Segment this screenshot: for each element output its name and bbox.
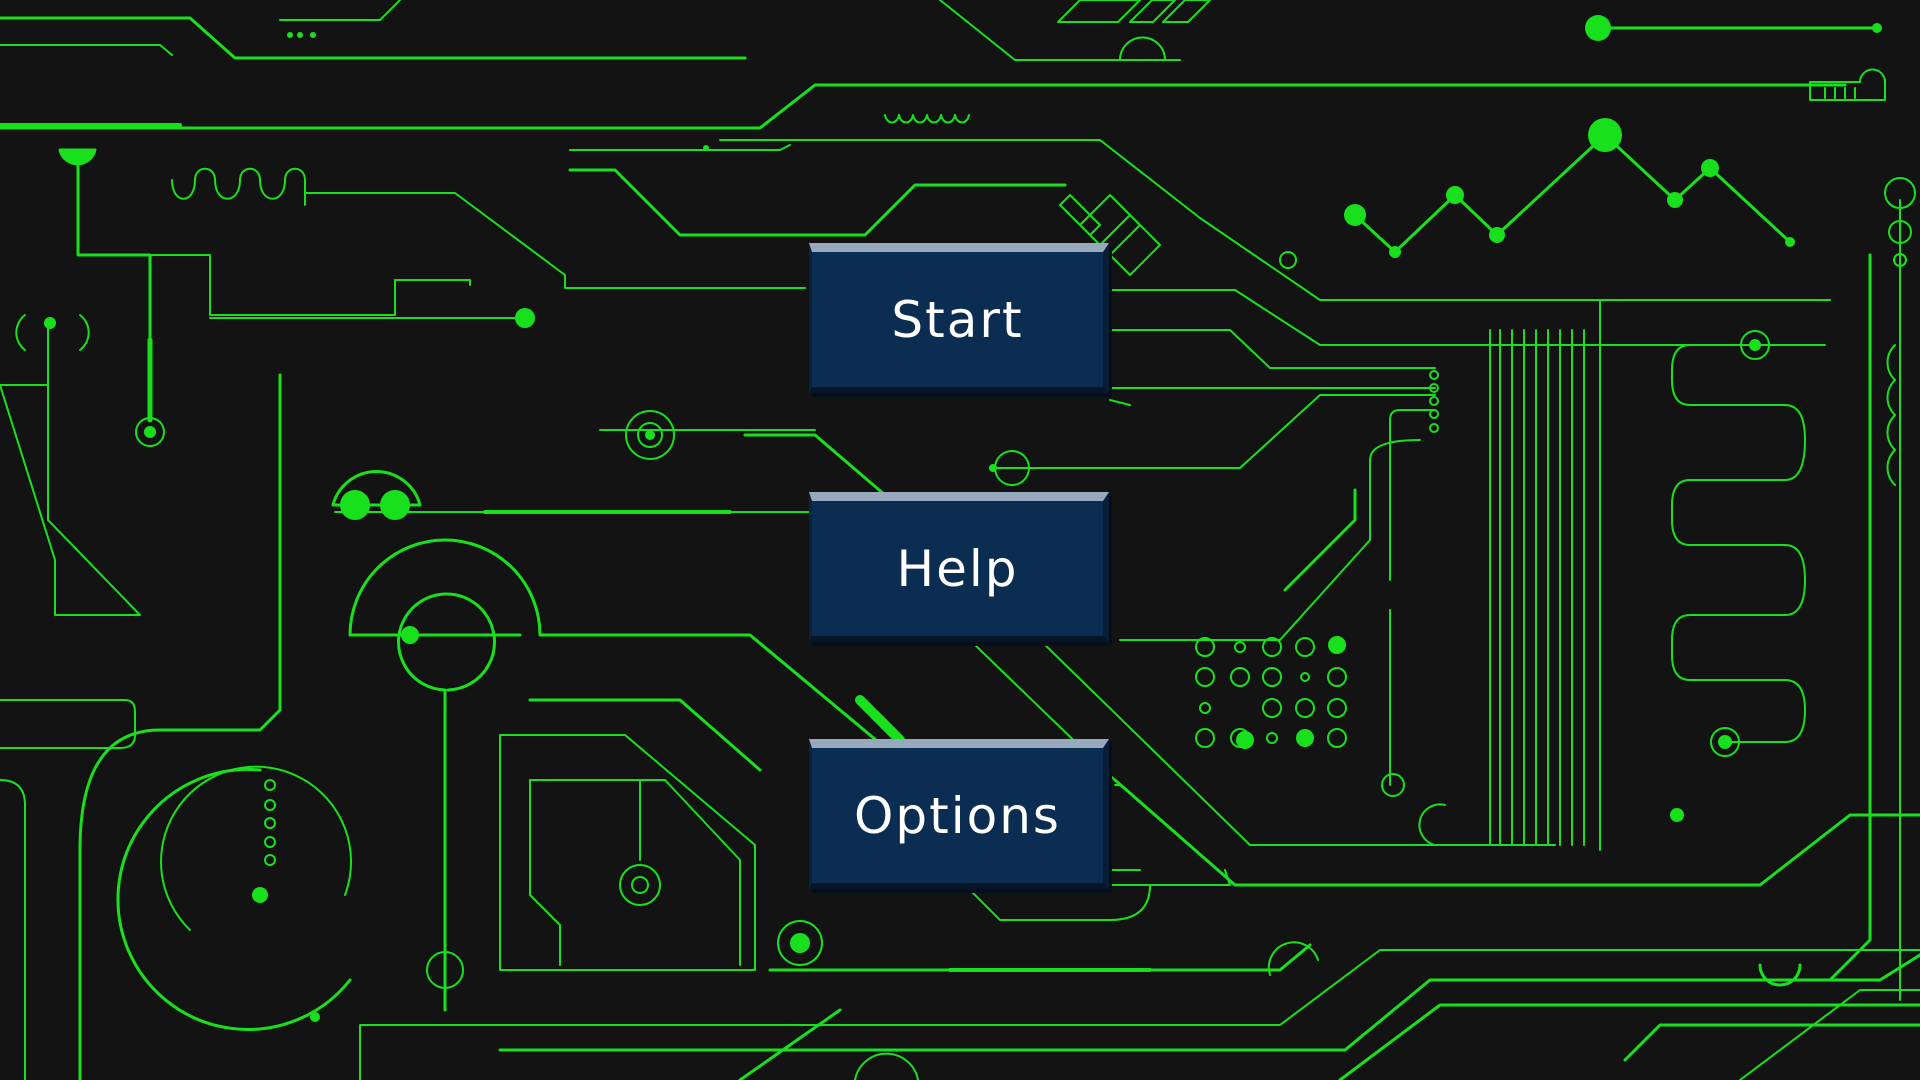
start-button-label: Start [891, 290, 1024, 349]
help-button[interactable]: Help [809, 492, 1109, 642]
help-button-label: Help [896, 539, 1019, 598]
options-button[interactable]: Options [809, 739, 1109, 889]
main-menu-screen: Start Help Options [0, 0, 1920, 1080]
start-button[interactable]: Start [809, 243, 1109, 393]
options-button-label: Options [854, 786, 1061, 845]
